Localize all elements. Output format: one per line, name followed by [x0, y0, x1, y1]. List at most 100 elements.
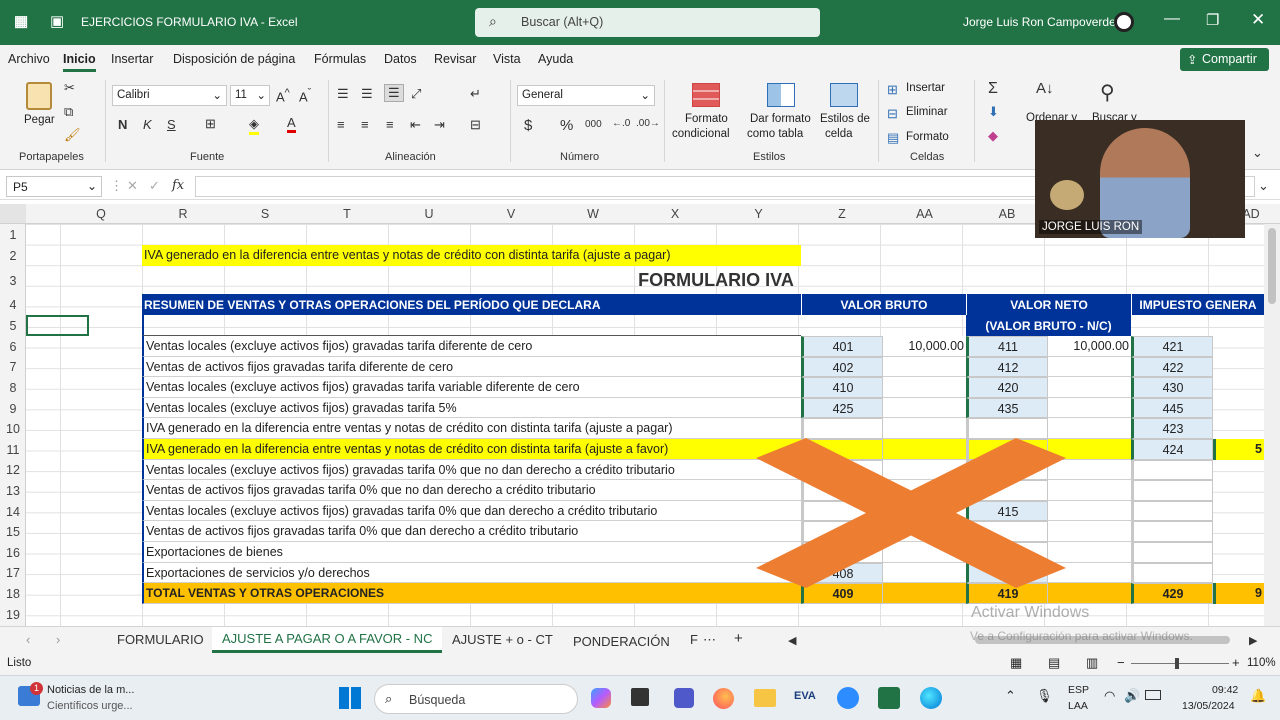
column-header[interactable]: T	[306, 207, 388, 221]
gross-code[interactable]: 402	[801, 356, 883, 378]
currency-icon[interactable]: $	[524, 117, 532, 134]
teams-icon[interactable]	[674, 688, 694, 708]
clear-icon[interactable]: ◆	[988, 128, 998, 144]
row-header[interactable]: 9	[0, 402, 26, 416]
column-header[interactable]: U	[388, 207, 470, 221]
tab-ajuste-ct[interactable]: AJUSTE + o - CT	[452, 632, 553, 647]
row-header[interactable]: 2	[0, 249, 26, 263]
net-value[interactable]	[1048, 356, 1131, 378]
news-title[interactable]: Noticias de la m...	[47, 684, 134, 696]
tax-value[interactable]: 9	[1213, 583, 1264, 604]
excel-app-icon[interactable]: ▦	[14, 12, 28, 30]
tax-code[interactable]: 422	[1131, 356, 1213, 378]
normal-view-icon[interactable]: ▦	[1010, 655, 1022, 671]
zoom-slider[interactable]	[1131, 658, 1229, 669]
autosum-icon[interactable]: Σ	[988, 80, 998, 98]
row-header[interactable]: 12	[0, 463, 26, 477]
share-button[interactable]: ⇪ Compartir	[1180, 48, 1269, 71]
microphone-icon[interactable]: 🎙	[1036, 688, 1053, 704]
net-code[interactable]: 435	[966, 397, 1048, 419]
increase-decimal-icon[interactable]: ←.0	[612, 118, 630, 129]
tax-code[interactable]	[1131, 521, 1213, 542]
tax-code[interactable]: 423	[1131, 418, 1213, 439]
form-row-label[interactable]: Ventas de activos fijos gravadas tarifa …	[142, 480, 801, 501]
net-code[interactable]: 412	[966, 356, 1048, 378]
row-header[interactable]: 1	[0, 228, 26, 242]
name-box[interactable]: P5 ⌄	[6, 176, 102, 197]
decrease-decimal-icon[interactable]: .00→	[636, 118, 660, 129]
orientation-icon[interactable]: ⤢	[411, 86, 421, 102]
enter-icon[interactable]: ✓	[149, 178, 160, 194]
clock-date[interactable]: 13/05/2024	[1182, 700, 1235, 712]
collapse-ribbon-icon[interactable]: ⌄	[1252, 145, 1263, 161]
tax-code[interactable]: 424	[1131, 439, 1213, 460]
grow-font-icon[interactable]: A^	[276, 87, 290, 104]
summary-header[interactable]: RESUMEN DE VENTAS Y OTRAS OPERACIONES DE…	[142, 294, 801, 315]
net-value[interactable]	[1048, 418, 1131, 439]
notification-bell-icon[interactable]: 🔔	[1250, 688, 1266, 704]
row-header[interactable]: 14	[0, 505, 26, 519]
format-cells-button[interactable]: Formato	[906, 131, 949, 143]
menu-disposicion[interactable]: Disposición de página	[173, 52, 295, 66]
copilot-icon[interactable]	[591, 688, 611, 708]
row-header[interactable]: 18	[0, 587, 26, 601]
insert-cells-button[interactable]: Insertar	[906, 82, 945, 94]
delete-cells-icon[interactable]: ⊟	[887, 106, 898, 122]
format-cells-icon[interactable]: ▤	[887, 130, 899, 146]
select-all[interactable]	[0, 204, 26, 223]
sort-filter-icon[interactable]: A↓	[1036, 80, 1054, 97]
zoom-in-icon[interactable]: +	[1232, 655, 1240, 670]
net-value[interactable]	[1048, 377, 1131, 398]
form-row-label[interactable]: Ventas locales (excluye activos fijos) g…	[142, 336, 801, 357]
tab-prev-icon[interactable]: ‹	[26, 632, 30, 647]
form-row-label[interactable]: Ventas de activos fijos gravadas tarifa …	[142, 521, 801, 542]
row-header[interactable]: 8	[0, 381, 26, 395]
hscroll-left-icon[interactable]: ◀	[788, 634, 796, 647]
tab-next-icon[interactable]: ›	[56, 632, 60, 647]
align-right-icon[interactable]: ≡	[386, 117, 394, 132]
zoom-slider-thumb[interactable]	[1175, 658, 1179, 669]
menu-ayuda[interactable]: Ayuda	[538, 52, 573, 66]
form-row-label[interactable]: TOTAL VENTAS Y OTRAS OPERACIONES	[142, 583, 801, 604]
lang-2[interactable]: LAA	[1068, 700, 1088, 712]
font-color-icon[interactable]: A	[287, 115, 296, 133]
form-row-label[interactable]: Ventas de activos fijos gravadas tarifa …	[142, 356, 801, 378]
user-name[interactable]: Jorge Luis Ron Campoverde	[963, 15, 1116, 29]
format-painter-icon[interactable]: 🖌	[64, 127, 81, 143]
cell-styles-button[interactable]: Estilos de celda	[816, 80, 872, 146]
task-view-icon[interactable]	[631, 688, 649, 706]
decrease-indent-icon[interactable]: ⇤	[410, 117, 421, 133]
shrink-font-icon[interactable]: Aˇ	[299, 87, 311, 104]
underline-icon[interactable]: S	[167, 117, 176, 132]
row-header[interactable]: 17	[0, 566, 26, 580]
cancel-icon[interactable]: ✕	[127, 178, 138, 194]
form-row-label[interactable]: IVA generado en la diferencia entre vent…	[142, 418, 801, 439]
delete-cells-button[interactable]: Eliminar	[906, 106, 948, 118]
gross-value[interactable]	[883, 356, 966, 378]
borders-icon[interactable]: ⊞	[205, 116, 216, 132]
tax-code[interactable]: 445	[1131, 397, 1213, 419]
menu-archivo[interactable]: Archivo	[8, 52, 50, 66]
row-header[interactable]: 16	[0, 546, 26, 560]
tax-code[interactable]	[1131, 500, 1213, 522]
row-header[interactable]: 13	[0, 484, 26, 498]
tab-ajuste-pagar-favor[interactable]: AJUSTE A PAGAR O A FAVOR - NC	[212, 627, 443, 653]
gross-code[interactable]: 425	[801, 397, 883, 419]
bold-icon[interactable]: N	[118, 117, 127, 132]
menu-datos[interactable]: Datos	[384, 52, 417, 66]
vertical-scroll-thumb[interactable]	[1268, 228, 1276, 304]
spreadsheet-grid[interactable]: IVA generado en la diferencia entre vent…	[26, 224, 1264, 626]
zoom-level[interactable]: 110%	[1247, 657, 1276, 669]
row-header[interactable]: 3	[0, 274, 26, 288]
form-row-label[interactable]: Ventas locales (excluye activos fijos) g…	[142, 500, 801, 522]
page-layout-icon[interactable]: ▤	[1048, 655, 1060, 671]
column-header[interactable]: S	[224, 207, 306, 221]
italic-icon[interactable]: K	[143, 117, 152, 132]
gross-value[interactable]: 10,000.00	[883, 336, 966, 357]
form-title[interactable]: FORMULARIO IVA	[586, 268, 846, 292]
conditional-format-button[interactable]: Formato condicional	[670, 80, 744, 146]
lang-1[interactable]: ESP	[1068, 684, 1089, 696]
eva-icon[interactable]: EVA	[794, 690, 816, 702]
gross-value[interactable]	[883, 418, 966, 439]
zoom-out-icon[interactable]: −	[1117, 655, 1125, 670]
